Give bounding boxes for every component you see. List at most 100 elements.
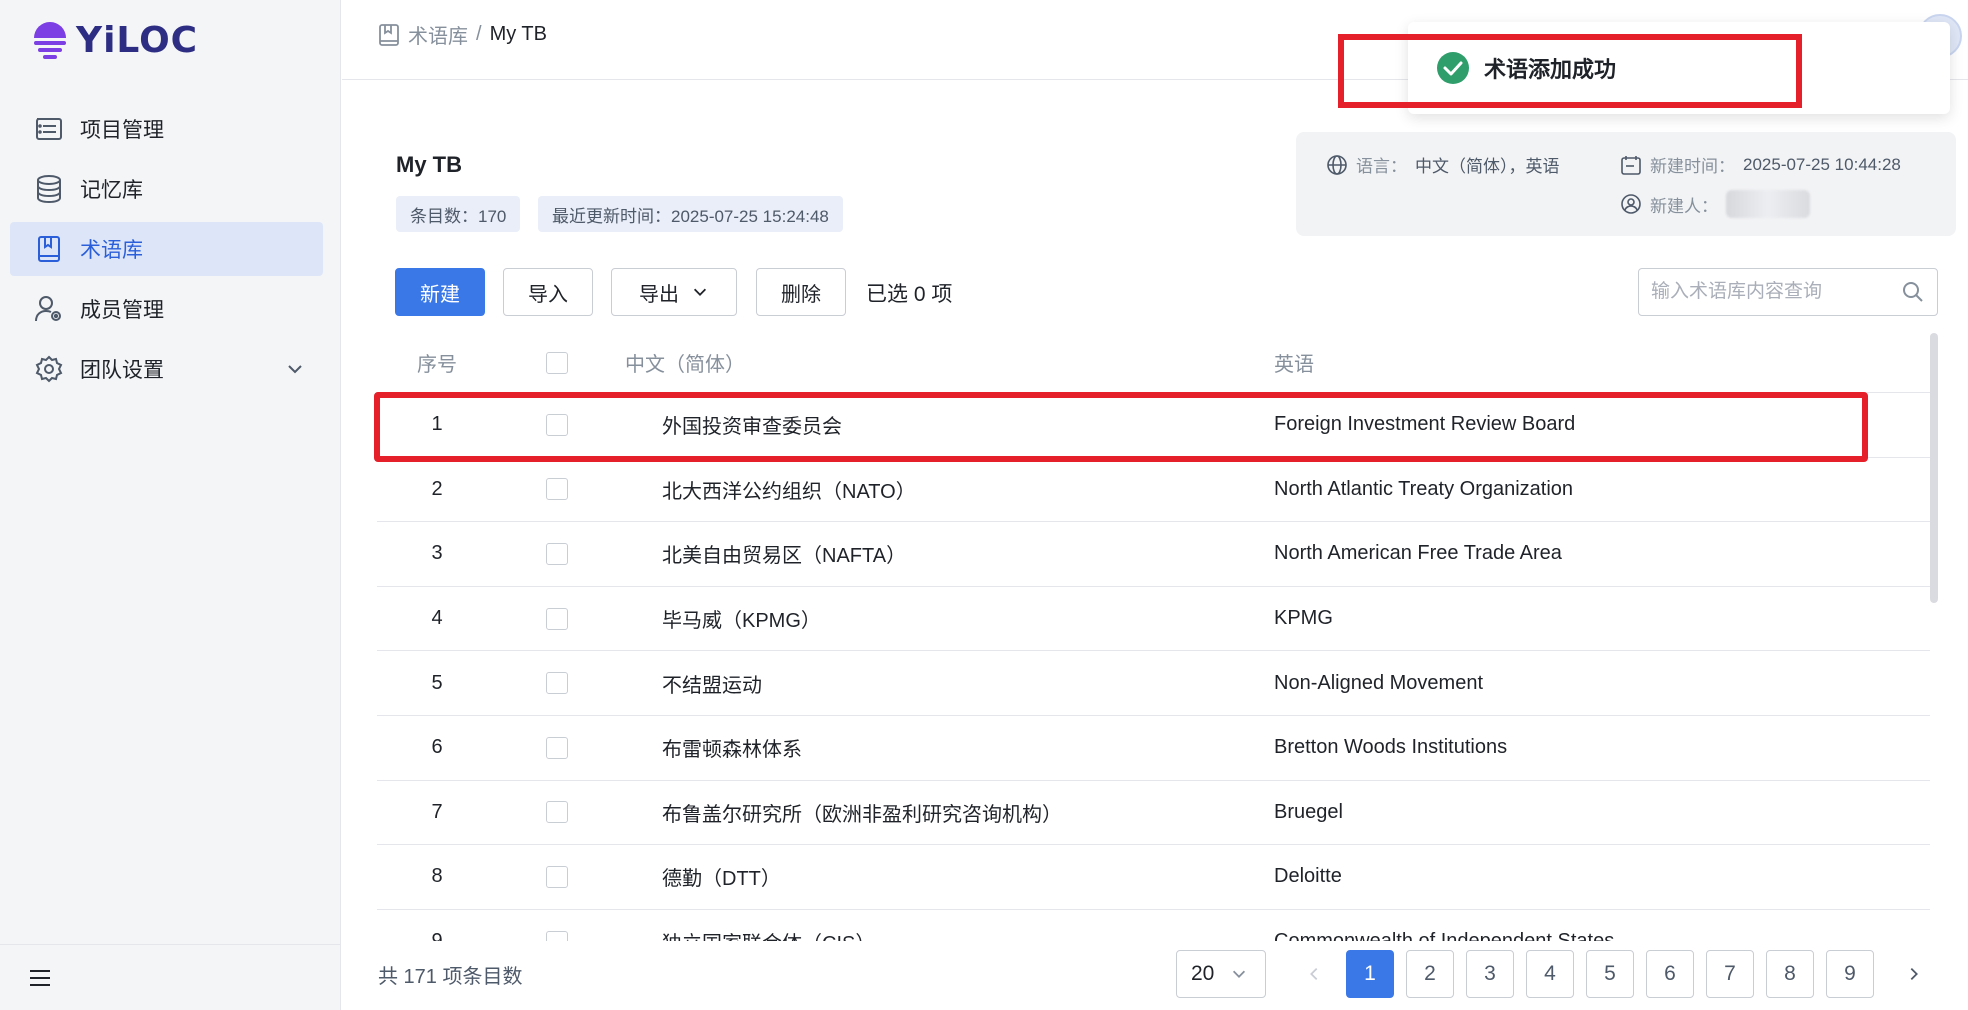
- row-index: 8: [431, 865, 443, 888]
- table-row[interactable]: 7 布鲁盖尔研究所（欧洲非盈利研究咨询机构） Bruegel: [377, 781, 1930, 846]
- row-checkbox[interactable]: [546, 930, 568, 941]
- sidebar-nav: 项目管理 记忆库 术语库 成员管理 团队设置: [10, 102, 323, 402]
- table-row[interactable]: 5 不结盟运动 Non-Aligned Movement: [377, 651, 1930, 716]
- term-chinese: 布雷顿森林体系: [662, 739, 802, 762]
- page-button-4[interactable]: 4: [1526, 950, 1574, 998]
- row-select: [497, 736, 617, 759]
- creator-name-redacted: [1726, 190, 1810, 218]
- created-time-value: 2025-07-25 10:44:28: [1743, 154, 1901, 174]
- table-row[interactable]: 2 北大西洋公约组织（NATO） North Atlantic Treaty Org…: [377, 458, 1930, 523]
- row-checkbox[interactable]: [546, 542, 568, 565]
- row-index: 2: [431, 477, 443, 500]
- table-row[interactable]: 9 独立国家联合体（CIS）Commonwealth of Independent…: [377, 910, 1930, 941]
- term-chinese: 不结盟运动: [662, 674, 762, 697]
- sidebar-item-label: 术语库: [80, 239, 143, 262]
- term-english: Non-Aligned Movement: [1274, 671, 1483, 694]
- row-checkbox[interactable]: [546, 672, 568, 695]
- sidebar-item-label: 成员管理: [80, 299, 164, 322]
- page-button-9[interactable]: 9: [1826, 950, 1874, 998]
- page-button-3[interactable]: 3: [1466, 950, 1514, 998]
- row-checkbox[interactable]: [546, 607, 568, 630]
- row-index: 4: [431, 607, 443, 630]
- term-english: Bretton Woods Institutions: [1274, 736, 1508, 759]
- chevron-right-icon: [1910, 967, 1918, 981]
- breadcrumb: 术语库 / My TB: [378, 20, 547, 49]
- breadcrumb-root[interactable]: 术语库: [408, 20, 468, 49]
- term-english: KPMG: [1274, 607, 1333, 630]
- export-button[interactable]: 导出: [611, 268, 737, 316]
- column-header-select: [497, 351, 617, 374]
- total-count: 共 171 项条目数: [378, 966, 523, 988]
- search-input[interactable]: [1651, 281, 1901, 303]
- row-checkbox[interactable]: [546, 865, 568, 888]
- row-index: 6: [431, 736, 443, 759]
- term-chinese: 毕马威（KPMG）: [662, 610, 821, 633]
- entry-count-badge: 条目数：170: [396, 196, 521, 232]
- page-button-1[interactable]: 1: [1346, 950, 1394, 998]
- table-scrollbar[interactable]: [1930, 333, 1938, 603]
- row-select: [497, 672, 617, 695]
- user-settings-icon: [34, 294, 64, 324]
- page-title: My TB: [396, 152, 462, 177]
- search-icon[interactable]: [1901, 280, 1925, 304]
- page-size-value: 20: [1191, 962, 1215, 985]
- languages-label: 语言：: [1356, 157, 1407, 176]
- logo-text: YiLOC: [76, 19, 199, 61]
- table-row[interactable]: 3 北美自由贸易区（NAFTA） North American Free Trade…: [377, 522, 1930, 587]
- delete-button[interactable]: 删除: [756, 268, 846, 316]
- breadcrumb-current: My TB: [489, 23, 547, 45]
- term-chinese: 布鲁盖尔研究所（欧洲非盈利研究咨询机构）: [662, 803, 1062, 826]
- project-list-icon: [34, 114, 64, 144]
- row-select: [497, 865, 617, 888]
- new-term-button[interactable]: 新建: [395, 268, 485, 316]
- row-select: [497, 478, 617, 501]
- creator-info: 新建人：: [1620, 190, 1810, 218]
- table-row[interactable]: 8 德勤（DTT） Deloitte: [377, 845, 1930, 910]
- term-chinese: 独立国家联合体（CIS）: [617, 927, 1274, 941]
- created-time-info: 新建时间： 2025-07-25 10:44:28: [1620, 152, 1901, 177]
- logo[interactable]: YiLOC: [30, 16, 198, 64]
- table-row[interactable]: 4 毕马威（KPMG） KPMG: [377, 587, 1930, 652]
- sidebar-item-projects[interactable]: 项目管理: [10, 102, 323, 156]
- sidebar-item-memory[interactable]: 记忆库: [10, 162, 323, 216]
- page-button-5[interactable]: 5: [1586, 950, 1634, 998]
- row-checkbox[interactable]: [546, 736, 568, 759]
- page-size-select[interactable]: 20: [1176, 950, 1266, 998]
- menu-icon[interactable]: [28, 968, 52, 988]
- page-button-2[interactable]: 2: [1406, 950, 1454, 998]
- sidebar-item-label: 记忆库: [80, 179, 143, 202]
- term-chinese: 北美自由贸易区（NAFTA）: [662, 545, 907, 568]
- sidebar-item-members[interactable]: 成员管理: [10, 282, 323, 336]
- term-english: Commonwealth of Independent States: [1274, 930, 1930, 941]
- prev-page-button[interactable]: [1294, 950, 1334, 998]
- term-english: Deloitte: [1274, 865, 1342, 888]
- database-icon: [34, 174, 64, 204]
- highlight-box-toast: [1338, 34, 1802, 108]
- select-all-checkbox[interactable]: [546, 351, 568, 374]
- book-icon: [379, 23, 399, 46]
- search-box: [1638, 268, 1938, 316]
- created-time-label: 新建时间：: [1650, 157, 1735, 176]
- column-header-chinese: 中文（简体）: [625, 354, 745, 376]
- sidebar: YiLOC 项目管理 记忆库 术语库 成员管理 团队设置: [0, 0, 341, 1010]
- chevron-down-icon: [1233, 970, 1246, 978]
- term-chinese: 北大西洋公约组织（NATO）: [662, 480, 916, 503]
- languages-value: 中文（简体），英语: [1415, 157, 1560, 176]
- page-button-8[interactable]: 8: [1766, 950, 1814, 998]
- row-select: [497, 801, 617, 824]
- row-select: [497, 542, 617, 565]
- chevron-down-icon[interactable]: [285, 359, 305, 379]
- chevron-down-icon: [693, 288, 707, 296]
- chevron-left-icon: [1310, 967, 1318, 981]
- highlight-box-row: [374, 392, 1868, 462]
- import-button[interactable]: 导入: [503, 268, 593, 316]
- table-row[interactable]: 6 布雷顿森林体系 Bretton Woods Institutions: [377, 716, 1930, 781]
- row-checkbox[interactable]: [546, 801, 568, 824]
- next-page-button[interactable]: [1894, 950, 1934, 998]
- termbase-info-panel: 语言： 中文（简体），英语 新建时间： 2025-07-25 10:44:28 …: [1296, 132, 1956, 236]
- sidebar-item-termbase[interactable]: 术语库: [10, 222, 323, 276]
- sidebar-item-team-settings[interactable]: 团队设置: [10, 342, 323, 396]
- row-checkbox[interactable]: [546, 478, 568, 501]
- page-button-6[interactable]: 6: [1646, 950, 1694, 998]
- page-button-7[interactable]: 7: [1706, 950, 1754, 998]
